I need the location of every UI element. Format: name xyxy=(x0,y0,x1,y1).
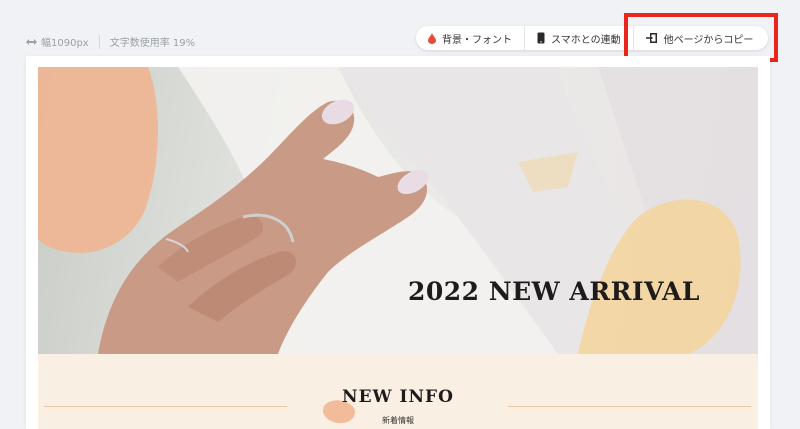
char-usage-label: 文字数使用率 19% xyxy=(109,38,196,49)
page-meta: 幅1090px 文字数使用率 19% xyxy=(26,34,195,49)
smartphone-sync-button[interactable]: スマホとの連動 xyxy=(524,26,633,50)
smartphone-icon xyxy=(537,32,545,44)
new-info-title: NEW INFO xyxy=(342,387,454,407)
width-indicator: 幅1090px xyxy=(26,34,89,49)
hero-image xyxy=(38,67,758,354)
hero-banner[interactable]: 2022 NEW ARRIVAL xyxy=(38,67,758,354)
new-info-section[interactable]: NEW INFO 新着情報 xyxy=(38,354,758,429)
smartphone-sync-label: スマホとの連動 xyxy=(551,34,621,46)
meta-divider xyxy=(98,34,100,49)
background-font-button[interactable]: 背景・フォント xyxy=(416,26,524,50)
hero-title: 2022 NEW ARRIVAL xyxy=(407,277,700,306)
drop-icon xyxy=(428,32,436,44)
background-font-label: 背景・フォント xyxy=(442,34,512,46)
highlight-box xyxy=(624,13,778,62)
editor-topbar: 幅1090px 文字数使用率 19% 背景・フォント スマホとの連動 他ページか… xyxy=(0,0,800,62)
width-label: 幅1090px xyxy=(41,38,89,49)
new-info-subtitle: 新着情報 xyxy=(382,416,414,425)
horizontal-arrows-icon xyxy=(26,38,37,45)
